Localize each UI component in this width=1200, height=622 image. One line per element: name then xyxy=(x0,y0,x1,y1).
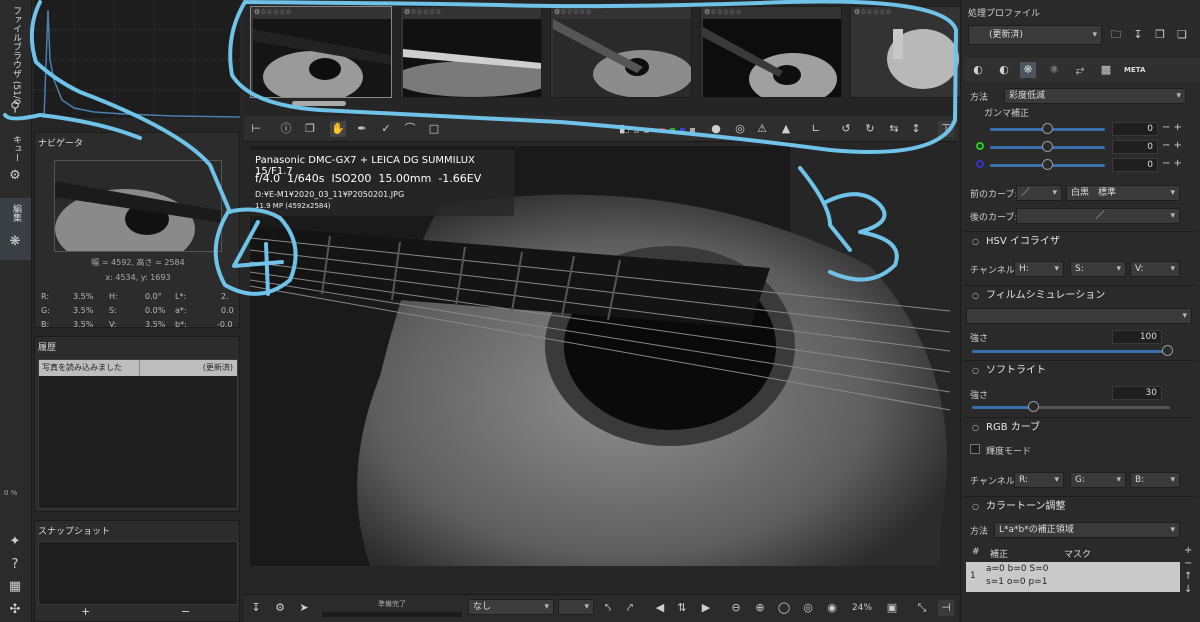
annotation-overlay xyxy=(3,0,958,296)
annotation-line-4 xyxy=(3,113,142,140)
annotation-arrow-4 xyxy=(29,0,232,214)
app-window: ファイルブラウザ (51/0 ⚲ キュー ⚙ 編集 ❋ 0 % ✦ ? ▦ ✣ … xyxy=(0,0,1200,622)
annotation-number-3 xyxy=(824,192,899,282)
annotation-arrow-3 xyxy=(798,166,852,252)
annotation-number-4 xyxy=(232,220,284,296)
annotation-loop-3 xyxy=(228,0,958,154)
